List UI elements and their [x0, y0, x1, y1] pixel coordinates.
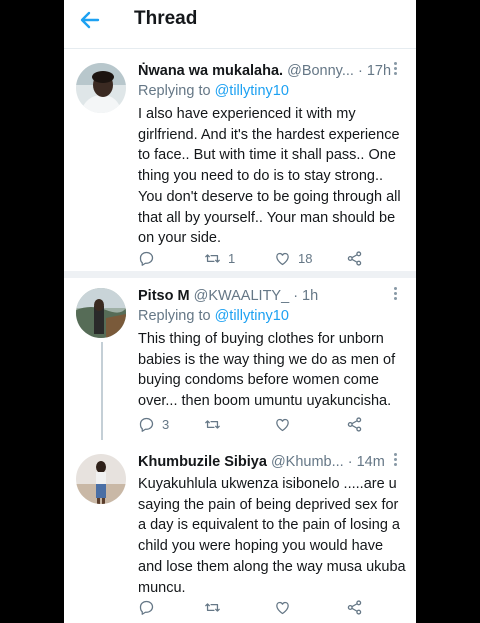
- user-handle[interactable]: @Khumb...: [271, 454, 344, 470]
- reply-button[interactable]: [138, 248, 155, 268]
- thread-header: Thread: [64, 0, 416, 49]
- retweet-button[interactable]: 1: [204, 248, 235, 268]
- tweet-text: This thing of buying clothes for unborn …: [138, 331, 396, 410]
- tweet-meta: Pitso M @KWAALITY_ · 1h: [138, 288, 318, 304]
- replying-to-handle[interactable]: @tillytiny10: [215, 83, 289, 99]
- reply-count: 3: [162, 416, 170, 432]
- tweet-meta: Khumbuzile Sibiya @Khumb... · 14m: [138, 454, 385, 470]
- more-options-icon[interactable]: [390, 62, 400, 78]
- tweet-text: I also have experienced it with my girlf…: [138, 106, 401, 247]
- share-icon: [347, 250, 362, 266]
- retweet-icon: [205, 253, 220, 263]
- replying-to-label: Replying to: [138, 308, 211, 324]
- timestamp: · 1h: [293, 288, 319, 304]
- timestamp: · 14m: [347, 454, 385, 470]
- tweet[interactable]: Khumbuzile Sibiya @Khumb... · 14m Kuyaku…: [64, 440, 416, 623]
- tweet-text: Kuyakuhlula ukwenza isibonelo .....are u…: [138, 476, 406, 596]
- display-name[interactable]: Pitso M: [138, 288, 190, 304]
- like-button[interactable]: 18: [274, 248, 312, 268]
- replying-to-handle[interactable]: @tillytiny10: [215, 308, 289, 324]
- reply-button[interactable]: [138, 597, 155, 617]
- twitter-screen: Thread Ṅwana wa mukalaha. @Bonny... · 1…: [64, 0, 416, 623]
- replying-to: Replying to @tillytiny10: [138, 308, 289, 324]
- thread-connector: [101, 342, 103, 440]
- back-arrow-icon[interactable]: [78, 8, 102, 32]
- retweet-icon: [205, 419, 220, 429]
- like-count: 18: [298, 250, 313, 266]
- timestamp: · 17h: [357, 63, 392, 79]
- reply-icon: [139, 417, 154, 432]
- like-button[interactable]: [274, 414, 291, 434]
- avatar[interactable]: [76, 288, 126, 338]
- tweet-actions: [138, 597, 408, 619]
- share-icon: [347, 599, 362, 615]
- tweet-actions: 1 18: [138, 248, 408, 270]
- retweet-button[interactable]: [204, 597, 221, 617]
- share-button[interactable]: [346, 248, 363, 268]
- share-button[interactable]: [346, 414, 363, 434]
- replying-to: Replying to @tillytiny10: [138, 83, 289, 99]
- user-handle[interactable]: @KWAALITY_: [194, 288, 290, 304]
- heart-icon: [276, 601, 289, 614]
- replying-to-label: Replying to: [138, 83, 211, 99]
- tweet[interactable]: Pitso M @KWAALITY_ · 1h Replying to @til…: [64, 278, 416, 440]
- retweet-count: 1: [228, 250, 236, 266]
- reply-icon: [139, 251, 154, 266]
- heart-icon: [276, 252, 289, 265]
- share-icon: [347, 416, 362, 432]
- more-options-icon[interactable]: [390, 287, 400, 303]
- page-title: Thread: [134, 8, 198, 29]
- user-handle[interactable]: @Bonny...: [287, 63, 354, 79]
- reply-icon: [139, 600, 154, 615]
- divider: [64, 271, 416, 278]
- reply-button[interactable]: 3: [138, 414, 169, 434]
- avatar[interactable]: [76, 63, 126, 113]
- like-button[interactable]: [274, 597, 291, 617]
- retweet-button[interactable]: [204, 414, 221, 434]
- retweet-icon: [205, 602, 220, 612]
- tweet[interactable]: Ṅwana wa mukalaha. @Bonny... · 17h Repl…: [64, 49, 416, 271]
- display-name[interactable]: Ṅwana wa mukalaha.: [138, 63, 283, 79]
- tweet-meta: Ṅwana wa mukalaha. @Bonny... · 17h: [138, 63, 391, 79]
- heart-icon: [276, 418, 289, 431]
- more-options-icon[interactable]: [390, 453, 400, 469]
- avatar[interactable]: [76, 454, 126, 504]
- display-name[interactable]: Khumbuzile Sibiya: [138, 454, 267, 470]
- tweet-actions: 3: [138, 414, 408, 436]
- share-button[interactable]: [346, 597, 363, 617]
